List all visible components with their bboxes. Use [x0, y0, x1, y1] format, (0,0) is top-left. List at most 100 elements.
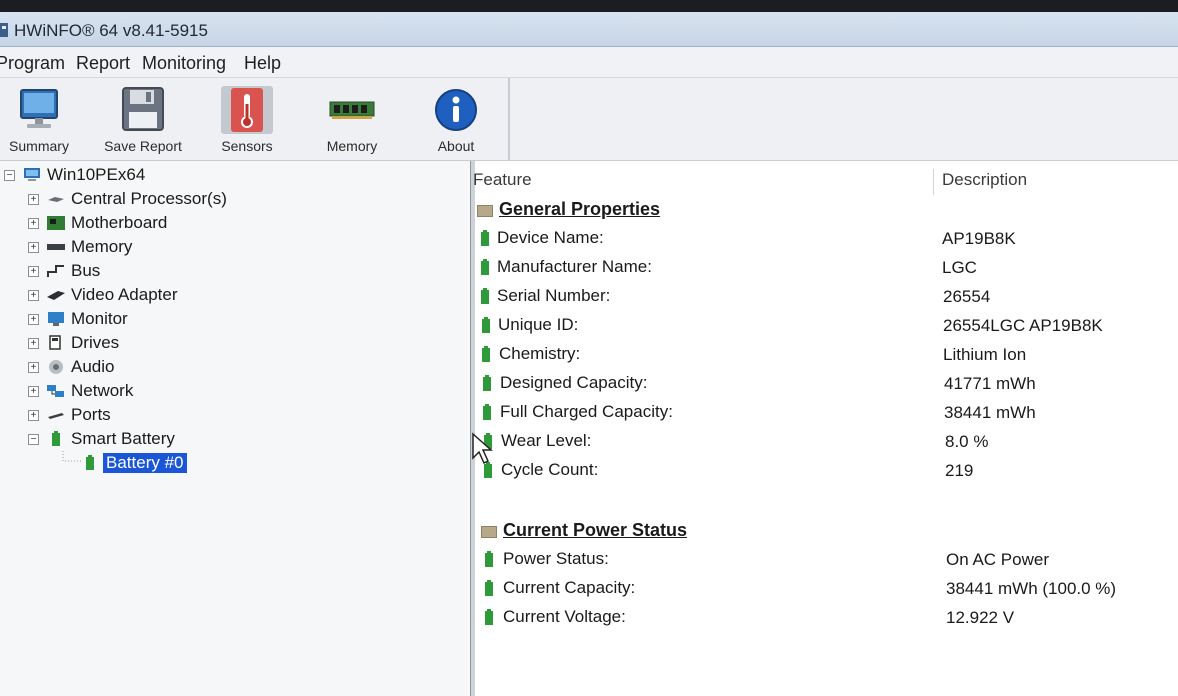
mouse-cursor-icon	[472, 432, 493, 465]
tree-item-drives[interactable]: + Drives	[28, 333, 328, 355]
tree-item-central-processor[interactable]: + Central Processor(s)	[28, 189, 328, 211]
tree-item-label-selected: Battery #0	[103, 453, 187, 473]
detail-row[interactable]: Current Capacity: 38441 mWh (100.0 %)	[475, 577, 1175, 603]
battery-icon	[483, 404, 491, 420]
detail-row[interactable]: Device Name: AP19B8K	[475, 227, 1175, 253]
tree-root[interactable]: − Win10PEx64	[4, 165, 304, 187]
column-header-description[interactable]: Description	[942, 170, 1027, 190]
expand-icon[interactable]: +	[28, 218, 39, 229]
tree-item-memory[interactable]: + Memory	[28, 237, 328, 259]
feature-label: Wear Level:	[501, 431, 592, 450]
detail-row[interactable]: Current Voltage: 12.922 V	[475, 606, 1175, 632]
tree-item-motherboard[interactable]: + Motherboard	[28, 213, 328, 235]
feature-value: 26554	[943, 287, 991, 306]
menu-report[interactable]: Report	[76, 53, 130, 74]
feature-value: 12.922 V	[946, 608, 1015, 627]
detail-row[interactable]: Full Charged Capacity: 38441 mWh	[475, 401, 1175, 427]
feature-label: Unique ID:	[498, 315, 579, 334]
detail-pane: Feature Description General Properties D…	[473, 161, 1178, 696]
feature-value: Lithium Ion	[943, 345, 1027, 364]
feature-value: 41771 mWh	[944, 374, 1036, 393]
feature-label: Full Charged Capacity:	[500, 402, 673, 421]
battery-icon	[485, 609, 493, 625]
feature-label: Current Voltage:	[503, 607, 626, 626]
feature-value: 26554LGC AP19B8K	[943, 316, 1103, 335]
expand-icon[interactable]: +	[28, 266, 39, 277]
detail-row[interactable]: Designed Capacity: 41771 mWh	[475, 372, 1175, 398]
feature-label: Cycle Count:	[501, 460, 599, 479]
tree-item-network[interactable]: + Network	[28, 381, 328, 403]
detail-row[interactable]: Cycle Count: 219	[475, 459, 1175, 485]
battery-icon	[481, 259, 489, 275]
battery-icon	[482, 346, 490, 362]
summary-button[interactable]: Summary	[2, 82, 76, 158]
window-title: HWiNFO® 64 v8.41-5915	[14, 21, 208, 40]
feature-value: 38441 mWh (100.0 %)	[946, 579, 1117, 598]
app-icon	[0, 23, 8, 37]
tree-item-label: Bus	[71, 261, 101, 280]
memory-module-icon	[329, 101, 375, 119]
summary-label: Summary	[9, 138, 69, 154]
tree-item-ports[interactable]: + Ports	[28, 405, 328, 427]
detail-row[interactable]: Serial Number: 26554	[475, 285, 1175, 311]
menu-program[interactable]: Program	[0, 53, 65, 74]
tree-item-smart-battery[interactable]: − Smart Battery	[28, 429, 328, 451]
section-general-properties: General Properties	[477, 199, 777, 223]
tree-item-battery-0[interactable]: Battery #0	[62, 453, 262, 475]
tree-item-audio[interactable]: + Audio	[28, 357, 328, 379]
sensors-button[interactable]: Sensors	[212, 82, 282, 158]
battery-icon	[482, 317, 490, 333]
expand-icon[interactable]: +	[28, 410, 39, 421]
feature-value: 38441 mWh	[944, 403, 1036, 422]
collapse-icon[interactable]: −	[28, 434, 39, 445]
battery-icon	[481, 230, 489, 246]
expand-icon[interactable]: +	[28, 362, 39, 373]
feature-label: Device Name:	[497, 228, 604, 247]
expand-icon[interactable]: +	[28, 194, 39, 205]
expand-icon[interactable]: +	[28, 290, 39, 301]
tree-item-label: Ports	[71, 405, 111, 424]
memory-label: Memory	[326, 138, 378, 154]
feature-label: Designed Capacity:	[500, 373, 648, 392]
feature-label: Chemistry:	[499, 344, 581, 363]
info-icon	[435, 89, 477, 131]
memory-button[interactable]: Memory	[316, 82, 388, 158]
about-button[interactable]: About	[420, 82, 492, 158]
expand-icon[interactable]: +	[28, 386, 39, 397]
tree-item-label: Central Processor(s)	[71, 189, 227, 208]
memory-icon	[47, 244, 65, 250]
tree-item-label: Video Adapter	[71, 285, 178, 304]
tree-item-monitor[interactable]: + Monitor	[28, 309, 328, 331]
feature-value: On AC Power	[946, 550, 1049, 569]
title-bar: HWiNFO® 64 v8.41-5915	[0, 12, 1178, 47]
tree-item-video-adapter[interactable]: + Video Adapter	[28, 285, 328, 307]
save-report-button[interactable]: Save Report	[98, 82, 188, 158]
collapse-icon[interactable]: −	[4, 170, 15, 181]
battery-icon	[86, 455, 94, 470]
expand-icon[interactable]: +	[28, 338, 39, 349]
tree-item-bus[interactable]: + Bus	[28, 261, 328, 283]
menu-monitoring[interactable]: Monitoring	[142, 53, 226, 74]
section-icon	[477, 205, 493, 217]
column-header-feature[interactable]: Feature	[473, 170, 532, 190]
column-separator[interactable]	[933, 169, 934, 195]
video-adapter-icon	[47, 291, 65, 300]
battery-icon	[485, 580, 493, 596]
monitor-icon	[20, 89, 58, 128]
section-current-power-status: Current Power Status	[481, 520, 801, 544]
expand-icon[interactable]: +	[28, 242, 39, 253]
feature-value: AP19B8K	[942, 229, 1016, 248]
toolbar: Summary Save Report Sensors Memory About	[0, 78, 1178, 162]
detail-row[interactable]: Chemistry: Lithium Ion	[475, 343, 1175, 369]
tree-item-label: Audio	[71, 357, 115, 376]
floppy-disk-icon	[122, 87, 164, 131]
thermometer-icon	[221, 86, 273, 134]
expand-icon[interactable]: +	[28, 314, 39, 325]
detail-row[interactable]: Wear Level: 8.0 %	[475, 430, 1175, 456]
menu-help[interactable]: Help	[244, 53, 281, 74]
detail-row[interactable]: Power Status: On AC Power	[475, 548, 1175, 574]
battery-icon	[485, 551, 493, 567]
toolbar-separator	[508, 78, 510, 160]
detail-row[interactable]: Unique ID: 26554LGC AP19B8K	[475, 314, 1175, 340]
detail-row[interactable]: Manufacturer Name: LGC	[475, 256, 1175, 282]
